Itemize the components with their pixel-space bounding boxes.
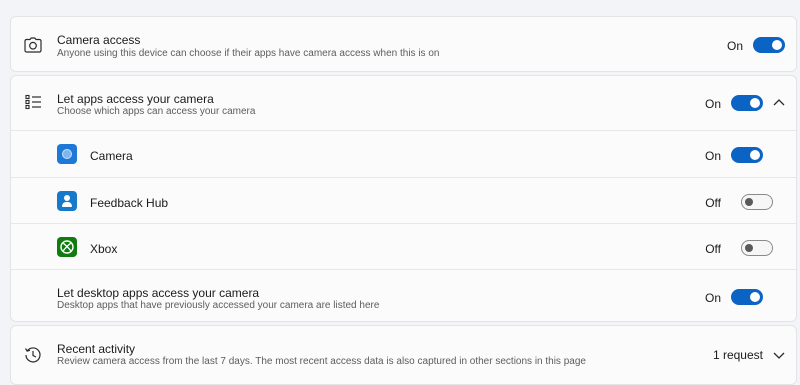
- camera-access-title: Camera access: [57, 33, 141, 47]
- recent-activity-card[interactable]: Recent activity Review camera access fro…: [10, 325, 797, 385]
- chevron-up-icon[interactable]: [773, 98, 785, 106]
- app-list-icon: [25, 94, 41, 110]
- chevron-down-icon[interactable]: [773, 352, 785, 360]
- desktop-apps-description: Desktop apps that have previously access…: [57, 300, 380, 311]
- app-state: On: [704, 149, 721, 163]
- desktop-apps-state: On: [704, 291, 721, 305]
- camera-access-toggle[interactable]: [753, 37, 785, 53]
- xbox-icon: [57, 237, 77, 257]
- app-state: Off: [705, 242, 721, 256]
- app-name: Feedback Hub: [90, 196, 169, 210]
- apps-access-card: Let apps access your camera Choose which…: [10, 75, 797, 322]
- apps-access-header-row[interactable]: Let apps access your camera Choose which…: [11, 76, 796, 130]
- apps-access-state: On: [704, 97, 721, 111]
- app-row-feedback-hub: Feedback Hub Off: [11, 177, 796, 224]
- app-toggle-xbox[interactable]: [741, 240, 773, 256]
- recent-activity-title: Recent activity: [57, 342, 136, 356]
- camera-access-card: Camera access Anyone using this device c…: [10, 16, 797, 72]
- history-icon: [24, 347, 41, 363]
- app-state: Off: [705, 196, 721, 210]
- app-row-camera: Camera On: [11, 130, 796, 178]
- camera-access-description: Anyone using this device can choose if t…: [57, 48, 440, 59]
- feedback-hub-icon: [57, 191, 77, 211]
- app-toggle-feedback-hub[interactable]: [741, 194, 773, 210]
- app-name: Camera: [90, 149, 133, 163]
- apps-access-toggle[interactable]: [731, 95, 763, 111]
- apps-access-description: Choose which apps can access your camera: [57, 106, 256, 117]
- desktop-apps-toggle[interactable]: [731, 289, 763, 305]
- recent-activity-summary: 1 request: [712, 348, 763, 362]
- apps-access-title: Let apps access your camera: [57, 92, 214, 106]
- desktop-apps-row: Let desktop apps access your camera Desk…: [11, 269, 796, 323]
- desktop-apps-title: Let desktop apps access your camera: [57, 286, 260, 300]
- app-name: Xbox: [90, 242, 118, 256]
- camera-icon: [24, 37, 42, 53]
- app-toggle-camera[interactable]: [731, 147, 763, 163]
- camera-access-state: On: [726, 39, 743, 53]
- camera-app-icon: [57, 144, 77, 164]
- app-row-xbox: Xbox Off: [11, 223, 796, 270]
- recent-activity-description: Review camera access from the last 7 day…: [57, 356, 586, 367]
